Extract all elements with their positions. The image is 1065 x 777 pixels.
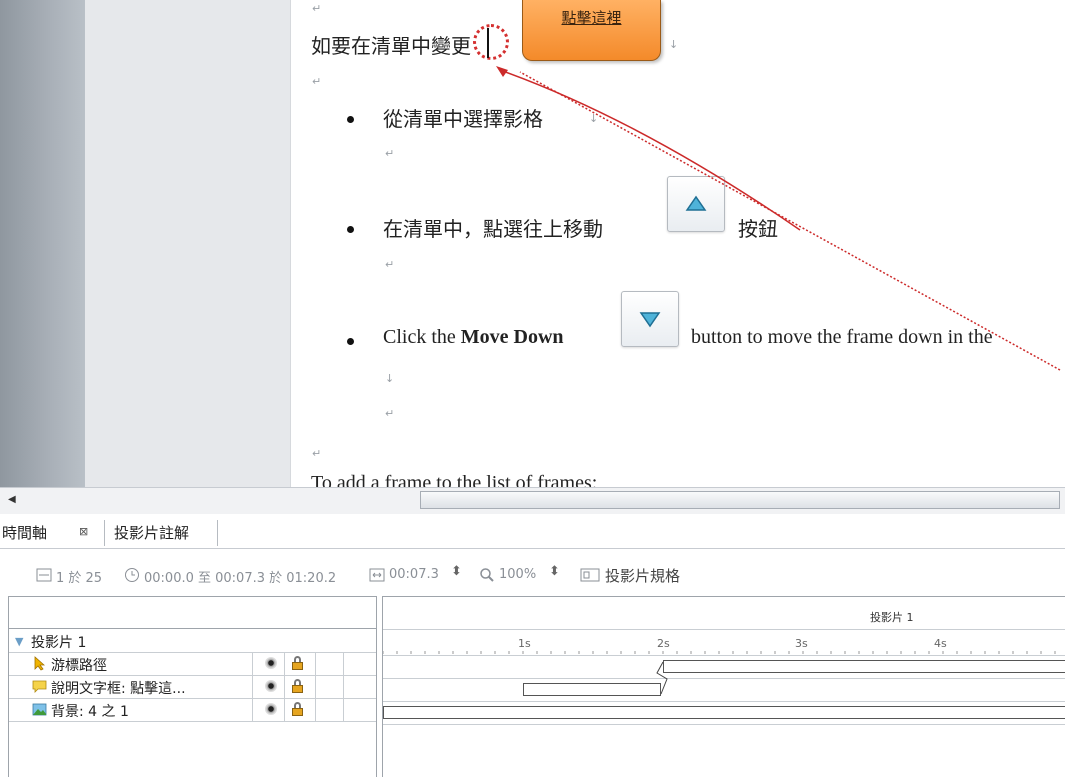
caption-icon	[32, 680, 47, 693]
zoom-icon	[480, 568, 494, 582]
row-divider	[383, 724, 1065, 725]
layer-row[interactable]: 說明文字框: 點擊這...	[9, 676, 376, 698]
cursor-icon	[34, 656, 45, 671]
visibility-icon[interactable]	[265, 680, 277, 692]
text-cursor	[487, 28, 489, 58]
tab-divider	[217, 520, 218, 546]
column-divider	[252, 652, 253, 721]
slide-group-row[interactable]: ▼ 投影片 1	[9, 630, 376, 652]
row-divider	[383, 701, 1065, 702]
layer-name: 游標路徑	[51, 658, 107, 674]
tab-timeline[interactable]: 時間軸	[2, 522, 47, 543]
cursor-path	[496, 66, 1061, 371]
ruler-ticks	[383, 651, 1056, 654]
duration-value[interactable]: 00:07.3	[389, 567, 439, 582]
scroll-left-icon[interactable]: ◀	[8, 494, 16, 505]
lock-icon[interactable]	[292, 679, 303, 693]
layer-name: 說明文字框: 點擊這...	[51, 681, 186, 697]
transition-marker	[656, 661, 668, 695]
time-range: 00:00.0 至 00:07.3 於 01:20.2	[144, 571, 337, 586]
lock-icon[interactable]	[292, 702, 303, 716]
background-track[interactable]	[383, 706, 1065, 719]
close-icon[interactable]: ⊠	[79, 525, 88, 538]
layer-row[interactable]: 游標路徑	[9, 653, 376, 675]
layer-list: ▼ 投影片 1 游標路徑 說明文字框: 點擊這... 背景: 4 之 1	[8, 596, 377, 777]
column-divider	[284, 652, 285, 721]
slide-properties-icon	[580, 568, 600, 582]
slide-properties-button[interactable]: 投影片規格	[605, 565, 680, 586]
zoom-value[interactable]: 100%	[499, 567, 536, 582]
callout-box[interactable]: 點擊這裡	[522, 0, 661, 61]
visibility-icon[interactable]	[265, 703, 277, 715]
panel-tabs: 時間軸 ⊠ 投影片註解	[0, 514, 1065, 549]
cursor-path-track[interactable]	[663, 660, 1065, 673]
ruler-slide-title: 投影片 1	[870, 611, 914, 624]
cursor-click-marker	[473, 24, 509, 60]
row-divider	[383, 678, 1065, 679]
clock-icon	[125, 568, 139, 582]
slide-group-label: 投影片 1	[31, 635, 87, 651]
column-divider	[315, 652, 316, 721]
callout-label: 點擊這裡	[561, 9, 622, 27]
layer-row[interactable]: 背景: 4 之 1	[9, 699, 376, 721]
tab-slide-notes[interactable]: 投影片註解	[114, 522, 189, 543]
slide-count: 1 於 25	[56, 571, 103, 586]
visibility-icon[interactable]	[265, 657, 277, 669]
scroll-thumb[interactable]	[420, 491, 1060, 509]
duration-icon	[369, 568, 385, 582]
column-divider	[343, 652, 344, 721]
duration-stepper-icon[interactable]: ⬍	[451, 564, 462, 579]
lock-icon[interactable]	[292, 656, 303, 670]
timeline-toolbar: 1 於 25 00:00.0 至 00:07.3 於 01:20.2 00:07…	[0, 550, 1065, 596]
collapse-icon[interactable]: ▼	[15, 635, 23, 648]
ruler-divider	[383, 629, 1065, 630]
timeline-tracks[interactable]: 投影片 1 1s 2s 3s 4s	[382, 596, 1065, 777]
row-divider	[383, 655, 1065, 656]
image-icon	[32, 703, 47, 716]
caption-track[interactable]	[523, 683, 661, 696]
slide-icon	[36, 568, 52, 582]
layer-name: 背景: 4 之 1	[51, 704, 129, 720]
row-divider	[9, 721, 376, 722]
tab-divider	[104, 520, 105, 546]
zoom-stepper-icon[interactable]: ⬍	[549, 564, 560, 579]
layer-list-header	[9, 597, 376, 629]
horizontal-scrollbar[interactable]: ◀	[0, 487, 1065, 515]
